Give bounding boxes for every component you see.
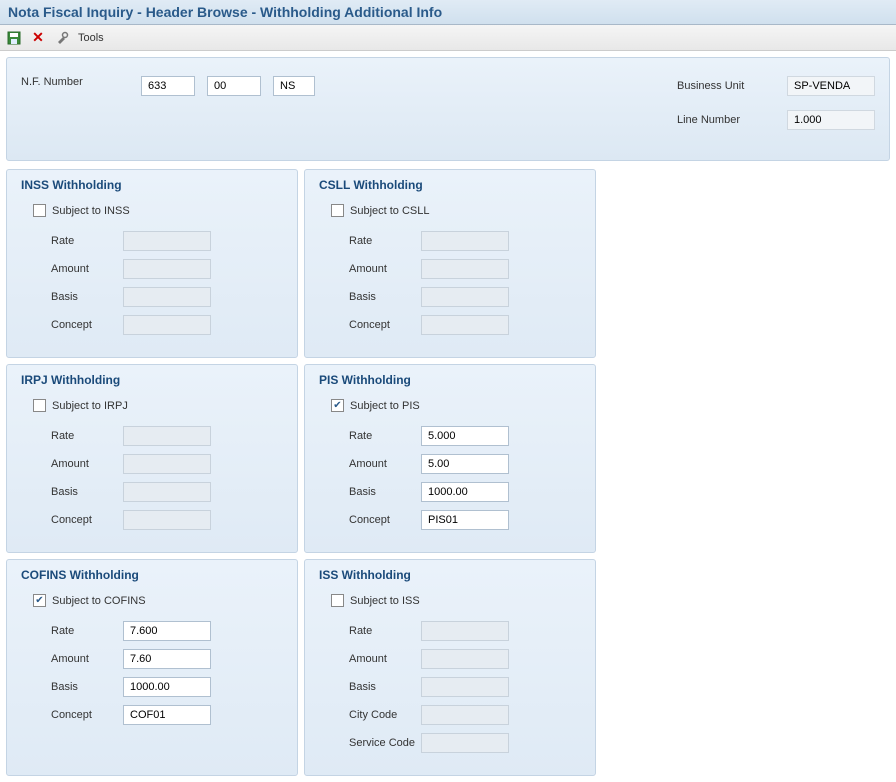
cofins-rate-field[interactable] xyxy=(123,621,211,641)
iss-amount-field[interactable] xyxy=(421,649,509,669)
iss-amount-label: Amount xyxy=(331,653,421,665)
pis-title: PIS Withholding xyxy=(319,373,581,387)
irpj-amount-field[interactable] xyxy=(123,454,211,474)
cofins-rate-label: Rate xyxy=(33,625,123,637)
csll-amount-field[interactable] xyxy=(421,259,509,279)
cofins-title: COFINS Withholding xyxy=(21,568,283,582)
csll-subject-label: Subject to CSLL xyxy=(350,205,430,217)
window-title: Nota Fiscal Inquiry - Header Browse - Wi… xyxy=(0,0,896,25)
pis-basis-field[interactable] xyxy=(421,482,509,502)
line-number-label: Line Number xyxy=(677,114,757,126)
line-number-field xyxy=(787,110,875,130)
inss-subject-checkbox[interactable] xyxy=(33,204,46,217)
pis-amount-label: Amount xyxy=(331,458,421,470)
cofins-subject-checkbox[interactable]: ✔ xyxy=(33,594,46,607)
pis-basis-label: Basis xyxy=(331,486,421,498)
pis-concept-field[interactable] xyxy=(421,510,509,530)
irpj-subject-label: Subject to IRPJ xyxy=(52,400,128,412)
iss-service-code-label: Service Code xyxy=(331,737,421,749)
inss-concept-field[interactable] xyxy=(123,315,211,335)
irpj-basis-field[interactable] xyxy=(123,482,211,502)
iss-basis-field[interactable] xyxy=(421,677,509,697)
irpj-panel: IRPJ Withholding Subject to IRPJ Rate Am… xyxy=(6,364,298,553)
inss-subject-label: Subject to INSS xyxy=(52,205,130,217)
inss-amount-label: Amount xyxy=(33,263,123,275)
inss-title: INSS Withholding xyxy=(21,178,283,192)
inss-basis-label: Basis xyxy=(33,291,123,303)
inss-basis-field[interactable] xyxy=(123,287,211,307)
irpj-rate-label: Rate xyxy=(33,430,123,442)
csll-basis-label: Basis xyxy=(331,291,421,303)
iss-subject-checkbox[interactable] xyxy=(331,594,344,607)
nf-number-3-input[interactable] xyxy=(273,76,315,96)
pis-concept-label: Concept xyxy=(331,514,421,526)
inss-amount-field[interactable] xyxy=(123,259,211,279)
tools-menu[interactable]: Tools xyxy=(78,32,104,44)
nf-number-label: N.F. Number xyxy=(21,76,101,88)
iss-rate-field[interactable] xyxy=(421,621,509,641)
inss-panel: INSS Withholding Subject to INSS Rate Am… xyxy=(6,169,298,358)
cofins-amount-label: Amount xyxy=(33,653,123,665)
csll-concept-label: Concept xyxy=(331,319,421,331)
iss-city-code-label: City Code xyxy=(331,709,421,721)
iss-panel: ISS Withholding Subject to ISS Rate Amou… xyxy=(304,559,596,776)
irpj-concept-field[interactable] xyxy=(123,510,211,530)
cofins-basis-field[interactable] xyxy=(123,677,211,697)
pis-subject-checkbox[interactable]: ✔ xyxy=(331,399,344,412)
iss-title: ISS Withholding xyxy=(319,568,581,582)
irpj-basis-label: Basis xyxy=(33,486,123,498)
nf-number-2-input[interactable] xyxy=(207,76,261,96)
iss-service-code-field[interactable] xyxy=(421,733,509,753)
inss-rate-field[interactable] xyxy=(123,231,211,251)
cofins-panel: COFINS Withholding ✔ Subject to COFINS R… xyxy=(6,559,298,776)
inss-rate-label: Rate xyxy=(33,235,123,247)
iss-rate-label: Rate xyxy=(331,625,421,637)
csll-subject-checkbox[interactable] xyxy=(331,204,344,217)
irpj-title: IRPJ Withholding xyxy=(21,373,283,387)
irpj-concept-label: Concept xyxy=(33,514,123,526)
irpj-subject-checkbox[interactable] xyxy=(33,399,46,412)
pis-rate-label: Rate xyxy=(331,430,421,442)
csll-panel: CSLL Withholding Subject to CSLL Rate Am… xyxy=(304,169,596,358)
irpj-amount-label: Amount xyxy=(33,458,123,470)
csll-title: CSLL Withholding xyxy=(319,178,581,192)
csll-basis-field[interactable] xyxy=(421,287,509,307)
csll-amount-label: Amount xyxy=(331,263,421,275)
iss-subject-label: Subject to ISS xyxy=(350,595,420,607)
csll-rate-label: Rate xyxy=(331,235,421,247)
pis-panel: PIS Withholding ✔ Subject to PIS Rate Am… xyxy=(304,364,596,553)
business-unit-field xyxy=(787,76,875,96)
cofins-concept-label: Concept xyxy=(33,709,123,721)
csll-concept-field[interactable] xyxy=(421,315,509,335)
pis-subject-label: Subject to PIS xyxy=(350,400,420,412)
nf-number-1-input[interactable] xyxy=(141,76,195,96)
delete-icon[interactable]: ✕ xyxy=(30,30,46,46)
cofins-subject-label: Subject to COFINS xyxy=(52,595,146,607)
cofins-basis-label: Basis xyxy=(33,681,123,693)
iss-city-code-field[interactable] xyxy=(421,705,509,725)
cofins-amount-field[interactable] xyxy=(123,649,211,669)
irpj-rate-field[interactable] xyxy=(123,426,211,446)
header-panel: N.F. Number Business Unit Line Number xyxy=(6,57,890,161)
csll-rate-field[interactable] xyxy=(421,231,509,251)
pis-amount-field[interactable] xyxy=(421,454,509,474)
save-icon[interactable] xyxy=(6,30,22,46)
iss-basis-label: Basis xyxy=(331,681,421,693)
cofins-concept-field[interactable] xyxy=(123,705,211,725)
business-unit-label: Business Unit xyxy=(677,80,757,92)
tools-icon[interactable] xyxy=(54,30,70,46)
inss-concept-label: Concept xyxy=(33,319,123,331)
toolbar: ✕ Tools xyxy=(0,25,896,51)
pis-rate-field[interactable] xyxy=(421,426,509,446)
